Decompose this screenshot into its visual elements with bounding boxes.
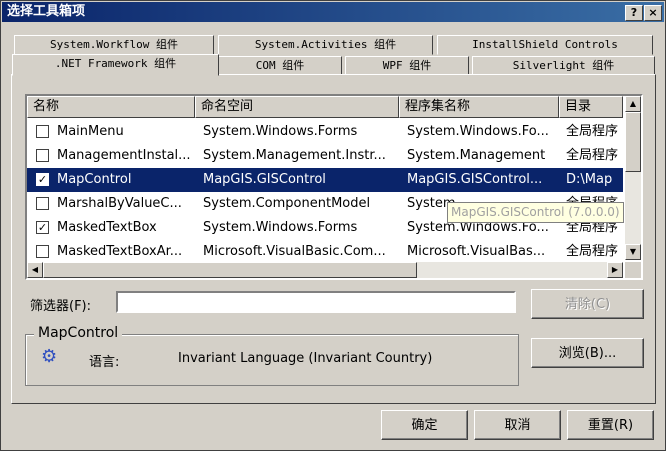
title-bar[interactable]: 选择工具箱项 ? × xyxy=(2,2,664,22)
row-checkbox[interactable]: ✓ xyxy=(36,221,49,234)
cell-namespace: System.Management.Instr... xyxy=(203,148,386,163)
ok-button[interactable]: 确定 xyxy=(381,410,468,440)
horizontal-scroll-thumb[interactable] xyxy=(43,262,417,278)
cell-namespace: System.ComponentModel xyxy=(203,196,371,211)
cell-name: MapControl xyxy=(57,172,132,187)
cell-namespace: System.Windows.Forms xyxy=(203,124,358,139)
cell-dir: 全局程序 xyxy=(566,244,619,259)
cell-name: MaskedTextBoxAr... xyxy=(57,244,183,259)
column-header-directory[interactable]: 目录 xyxy=(559,96,623,118)
cell-assembly: System.Management xyxy=(407,148,546,163)
scroll-left-icon[interactable]: ◀ xyxy=(27,262,43,278)
filter-label: 筛选器(F): xyxy=(30,299,92,314)
scroll-down-icon[interactable]: ▼ xyxy=(625,244,641,260)
cell-name: MaskedTextBox xyxy=(57,220,157,235)
cell-name: ManagementInstal... xyxy=(57,148,191,163)
browse-button[interactable]: 浏览(B)... xyxy=(531,338,644,368)
filter-input[interactable] xyxy=(116,291,516,313)
close-button[interactable]: × xyxy=(644,5,662,21)
tab-silverlight[interactable]: Silverlight 组件 xyxy=(472,56,655,76)
cell-dir: 全局程序 xyxy=(566,124,619,139)
cell-assembly: MapGIS.GISControl... xyxy=(407,172,543,187)
table-row[interactable]: ManagementInstal... System.Management.Ins… xyxy=(27,144,623,168)
table-row[interactable]: ✓ MapControl MapGIS.GISControl MapGIS.GISCo… xyxy=(27,168,623,192)
cell-dir: D:\Map xyxy=(566,172,613,187)
column-header-name[interactable]: 名称 xyxy=(27,96,195,118)
component-info-group: MapControl ⚙ 语言: Invariant Language (Inv… xyxy=(25,325,519,386)
cell-namespace: System.Windows.Forms xyxy=(203,220,358,235)
window-title: 选择工具箱项 xyxy=(7,4,86,19)
vertical-scroll-thumb[interactable] xyxy=(625,112,641,172)
cell-dir: 全局程序 xyxy=(566,148,619,163)
cancel-button[interactable]: 取消 xyxy=(474,410,561,440)
horizontal-scrollbar[interactable]: ◀ ▶ xyxy=(27,262,623,278)
tab-system-activities[interactable]: System.Activities 组件 xyxy=(218,35,433,55)
row-checkbox[interactable] xyxy=(36,125,49,138)
tab-wpf[interactable]: WPF 组件 xyxy=(345,56,469,76)
tab-com[interactable]: COM 组件 xyxy=(218,56,342,76)
row-checkbox[interactable]: ✓ xyxy=(36,173,49,186)
help-button[interactable]: ? xyxy=(625,5,643,21)
cell-assembly: System.Windows.Fo... xyxy=(407,124,549,139)
language-value: Invariant Language (Invariant Country) xyxy=(178,351,433,366)
cell-name: MainMenu xyxy=(57,124,124,139)
cell-assembly: Microsoft.VisualBas... xyxy=(407,244,546,259)
tab-installshield-controls[interactable]: InstallShield Controls xyxy=(437,35,653,55)
clear-button[interactable]: 清除(C) xyxy=(531,289,644,319)
reset-button[interactable]: 重置(R) xyxy=(567,410,654,440)
tab-system-workflow[interactable]: System.Workflow 组件 xyxy=(14,35,214,55)
column-header-assembly[interactable]: 程序集名称 xyxy=(399,96,559,118)
table-row[interactable]: MaskedTextBoxAr... Microsoft.VisualBasic.… xyxy=(27,240,623,264)
row-checkbox[interactable] xyxy=(36,197,49,210)
scroll-corner xyxy=(625,262,641,278)
language-label: 语言: xyxy=(89,355,120,370)
vertical-scrollbar[interactable]: ▲ ▼ xyxy=(625,96,641,260)
component-list[interactable]: 名称 命名空间 程序集名称 目录 MainMenu System.Windows.… xyxy=(25,94,643,280)
cell-name: MarshalByValueC... xyxy=(57,196,182,211)
group-title: MapControl xyxy=(34,325,123,341)
scroll-right-icon[interactable]: ▶ xyxy=(607,262,623,278)
cell-namespace: MapGIS.GISControl xyxy=(203,172,326,187)
assembly-tooltip: MapGIS.GISControl (7.0.0.0) xyxy=(447,202,624,223)
row-checkbox[interactable] xyxy=(36,149,49,162)
column-header-namespace[interactable]: 命名空间 xyxy=(195,96,399,118)
row-checkbox[interactable] xyxy=(36,245,49,258)
table-row[interactable]: MainMenu System.Windows.Forms System.Windo… xyxy=(27,120,623,144)
scroll-up-icon[interactable]: ▲ xyxy=(625,96,641,112)
gear-icon: ⚙ xyxy=(41,346,58,367)
tab-net-framework[interactable]: .NET Framework 组件 xyxy=(12,54,219,76)
cell-namespace: Microsoft.VisualBasic.Com... xyxy=(203,244,386,259)
